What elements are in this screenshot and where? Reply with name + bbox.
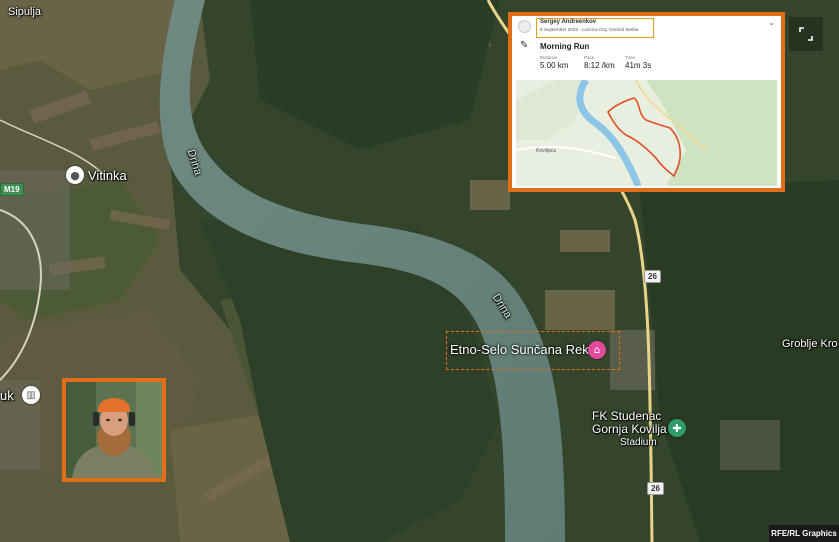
athlete-meta: 8 September 2023 · Loznica City, Central… (540, 27, 639, 32)
person-portrait (62, 378, 166, 482)
place-label-sipulja: Sipulja (8, 6, 42, 18)
place-label-vitinka: Vitinka (88, 168, 127, 183)
fk-line-3: Stadium (620, 437, 657, 448)
road-shield-26-lower: 26 (647, 482, 664, 495)
stat-time: Time 41m 3s (625, 55, 651, 70)
shoe-icon: ✎ (520, 40, 529, 51)
stat-pace: Pace 8:12 /km (584, 55, 615, 70)
museum-icon[interactable]: ▥ (22, 386, 40, 404)
pace-label: Pace (584, 55, 595, 60)
road-shield-m19: M19 (0, 183, 24, 196)
strava-activity-card[interactable]: Sergey Andreenkov 8 September 2023 · Loz… (508, 12, 785, 192)
stadium-icon[interactable]: ✚ (668, 419, 686, 437)
place-label-uk: uk (0, 388, 14, 403)
chevron-down-icon[interactable]: ⌄ (768, 18, 775, 27)
mini-map-place-label: Koviljaca (536, 148, 556, 154)
pace-value: 8:12 /km (584, 61, 615, 70)
hotel-label: Etno-Selo Sunčana Reka (450, 342, 596, 357)
distance-label: Distance (540, 55, 558, 60)
road-shield-26-upper: 26 (644, 270, 661, 283)
avatar[interactable] (518, 20, 531, 33)
activity-title[interactable]: Morning Run (540, 42, 589, 51)
fk-line-2: Gornja Kovilja (592, 422, 667, 436)
stat-distance: Distance 5.00 km (540, 55, 568, 70)
time-label: Time (625, 55, 635, 60)
expand-button[interactable] (789, 17, 823, 51)
graphics-credit: RFE/RL Graphics (769, 525, 839, 542)
expand-icon (799, 27, 813, 41)
route-mini-map[interactable]: Koviljaca (516, 80, 777, 186)
athlete-name[interactable]: Sergey Andreenkov (540, 19, 596, 25)
portrait-image (66, 382, 162, 478)
location-pin-icon[interactable]: ● (66, 166, 84, 184)
time-value: 41m 3s (625, 61, 652, 70)
place-label-fk-studenac: FK Studenac Gornja Kovilja Stadium (592, 410, 667, 449)
distance-value: 5.00 km (540, 61, 569, 70)
lodging-icon[interactable]: ⌂ (588, 341, 606, 359)
place-label-groblje: Groblje Kro (782, 338, 838, 350)
